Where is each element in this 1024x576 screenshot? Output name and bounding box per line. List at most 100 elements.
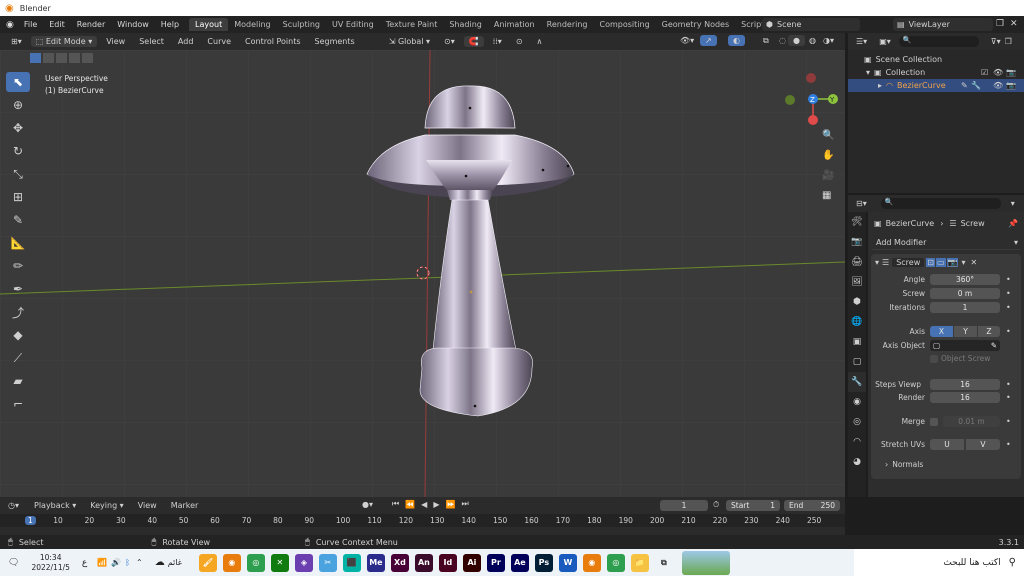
volume-icon[interactable]: 🔊 <box>111 558 121 567</box>
axis-object-field[interactable]: ▢ ✎ <box>930 340 1000 351</box>
modifier-menu-icon[interactable]: ▾ <box>961 258 965 267</box>
word-icon[interactable]: W <box>558 553 577 572</box>
tab-texture-paint[interactable]: Texture Paint <box>380 18 444 31</box>
normals-subpanel[interactable]: › Normals <box>885 460 923 469</box>
remove-view-layer-icon[interactable]: ✕ <box>1010 19 1018 29</box>
start-frame-field[interactable]: Start 1 <box>726 500 780 511</box>
shear-tool-icon[interactable]: ⌐ <box>6 394 30 414</box>
keyframe-dot-icon[interactable]: • <box>1006 380 1011 389</box>
measure-tool-icon[interactable]: 📐 <box>6 233 30 253</box>
viewport-menu-select[interactable]: Select <box>134 36 169 47</box>
material-tab-icon[interactable]: ◕ <box>848 452 866 472</box>
task-view-icon[interactable]: ⧉ <box>654 553 673 572</box>
jump-end-icon[interactable]: ⏭ <box>461 499 468 509</box>
weather-text[interactable]: غائم <box>168 558 182 567</box>
render-toggle-icon[interactable]: 📷 <box>946 257 959 267</box>
viewport-menu-control-points[interactable]: Control Points <box>240 36 306 47</box>
pen-tool-icon[interactable]: ✒ <box>6 279 30 299</box>
gizmo-toggle-icon[interactable]: ↗ <box>700 35 717 46</box>
chrome-app-icon[interactable]: ◎ <box>606 553 625 572</box>
menu-file[interactable]: File <box>18 20 43 29</box>
adobe-ai-icon[interactable]: Ai <box>462 553 481 572</box>
select-new-icon[interactable] <box>30 53 41 63</box>
adobe-xd-icon[interactable]: Xd <box>390 553 409 572</box>
clock-icon[interactable]: ⏱ <box>713 500 719 510</box>
new-view-layer-icon[interactable]: ❐ <box>996 19 1004 29</box>
keyframe-dot-icon[interactable]: • <box>1006 327 1011 336</box>
adobe-me-icon[interactable]: Me <box>366 553 385 572</box>
scale-tool-icon[interactable]: ⤡ <box>6 164 30 184</box>
pan-hand-icon[interactable]: ✋ <box>822 150 838 170</box>
particles-tab-icon[interactable]: ◉ <box>848 392 866 412</box>
tool-settings-tab-icon[interactable]: 🛠 <box>848 212 866 232</box>
properties-search-input[interactable]: 🔍 <box>880 198 1001 209</box>
viewport-visibility-icon[interactable]: 👁▾ <box>675 35 699 46</box>
angle-field[interactable]: 360° <box>930 274 1000 285</box>
transform-orientation-dropdown[interactable]: ⇲ Global ▾ <box>384 36 435 47</box>
app-icon[interactable]: ⬛ <box>342 553 361 572</box>
outliner-editor-icon[interactable]: ☰▾ <box>856 37 867 46</box>
pivot-point-icon[interactable]: ⊙▾ <box>439 36 460 47</box>
proportional-editing-icon[interactable]: ⊙ <box>511 36 528 47</box>
menu-window[interactable]: Window <box>111 20 155 29</box>
timeline-editor-icon[interactable]: ◷▾ <box>8 501 19 510</box>
object-screw-checkbox[interactable]: Object Screw <box>930 354 990 363</box>
modifier-wrench-icon[interactable]: 🔧 <box>971 81 981 90</box>
tab-modeling[interactable]: Modeling <box>228 18 276 31</box>
clock[interactable]: 10:34 2022/11/5 <box>31 553 69 573</box>
weather-icon[interactable]: ☁ <box>155 557 165 568</box>
draw-tool-icon[interactable]: ✏ <box>6 256 30 276</box>
record-icon[interactable]: ●▾ <box>362 500 373 509</box>
world-tab-icon[interactable]: 🌐 <box>848 312 866 332</box>
menu-render[interactable]: Render <box>71 20 111 29</box>
current-frame-field[interactable]: 1 <box>660 500 708 511</box>
edit-mode-toggle-icon[interactable]: ⊡ <box>926 257 935 267</box>
mode-selector[interactable]: ⬚ Edit Mode ▾ <box>30 36 98 47</box>
play-icon[interactable]: ▶ <box>433 500 439 509</box>
tab-rendering[interactable]: Rendering <box>541 18 594 31</box>
render-tab-icon[interactable]: 📷 <box>848 232 866 252</box>
stretch-u-button[interactable]: U <box>930 439 964 450</box>
end-frame-field[interactable]: End 250 <box>784 500 840 511</box>
timeline-menu-keying[interactable]: Keying ▾ <box>85 500 128 511</box>
timeline-menu-marker[interactable]: Marker <box>166 500 204 511</box>
collection-tab-icon[interactable]: ▣ <box>848 332 866 352</box>
overlay-toggle-icon[interactable]: ◐ <box>728 35 745 46</box>
play-reverse-icon[interactable]: ◀ <box>421 500 427 509</box>
control-point[interactable] <box>541 168 545 172</box>
physics-tab-icon[interactable]: ◎ <box>848 412 866 432</box>
remove-modifier-icon[interactable]: ✕ <box>971 258 978 267</box>
timeline-menu-playback[interactable]: Playback ▾ <box>29 500 81 511</box>
rotate-tool-icon[interactable]: ↻ <box>6 141 30 161</box>
scene-tab-icon[interactable]: ⬢ <box>848 292 866 312</box>
paint-app-icon[interactable]: 🖌 <box>198 553 217 572</box>
jump-keyframe-forward-icon[interactable]: ⏩ <box>445 500 455 509</box>
keyframe-dot-icon[interactable]: • <box>1006 417 1011 426</box>
file-explorer-icon[interactable]: 📁 <box>630 553 649 572</box>
select-intersect-icon[interactable] <box>82 53 93 63</box>
viewport-menu-curve[interactable]: Curve <box>202 36 236 47</box>
viewport-canvas[interactable]: Z Y <box>0 50 845 497</box>
solid-shading-icon[interactable]: ● <box>788 35 805 46</box>
menu-edit[interactable]: Edit <box>43 20 71 29</box>
tray-chevron-icon[interactable]: ⌃ <box>136 558 143 567</box>
blender-app-icon[interactable]: ◉ <box>222 553 241 572</box>
tilt-tool-icon[interactable]: ⟋ <box>6 348 30 368</box>
edit-mode-icon[interactable]: ✎ <box>961 81 968 90</box>
bluetooth-icon[interactable]: ᛒ <box>125 558 130 567</box>
render-camera-icon[interactable]: 📷 <box>1006 81 1016 90</box>
tab-compositing[interactable]: Compositing <box>594 18 656 31</box>
chrome-app-icon[interactable]: ◎ <box>246 553 265 572</box>
adobe-ps-icon[interactable]: Ps <box>534 553 553 572</box>
tab-geometry-nodes[interactable]: Geometry Nodes <box>656 18 735 31</box>
outliner-search-input[interactable]: 🔍 <box>898 36 979 47</box>
merge-checkbox[interactable] <box>930 418 938 426</box>
jump-keyframe-back-icon[interactable]: ⏪ <box>405 500 415 509</box>
adobe-pr-icon[interactable]: Pr <box>486 553 505 572</box>
move-tool-icon[interactable]: ✥ <box>6 118 30 138</box>
keyframe-dot-icon[interactable]: • <box>1006 393 1011 402</box>
scene-selector[interactable]: ⬢ Scene <box>762 18 860 31</box>
randomize-tool-icon[interactable]: ▰ <box>6 371 30 391</box>
filter-icon[interactable]: ⊽▾ <box>991 37 1001 46</box>
display-mode-icon[interactable]: ▣▾ <box>879 37 891 46</box>
